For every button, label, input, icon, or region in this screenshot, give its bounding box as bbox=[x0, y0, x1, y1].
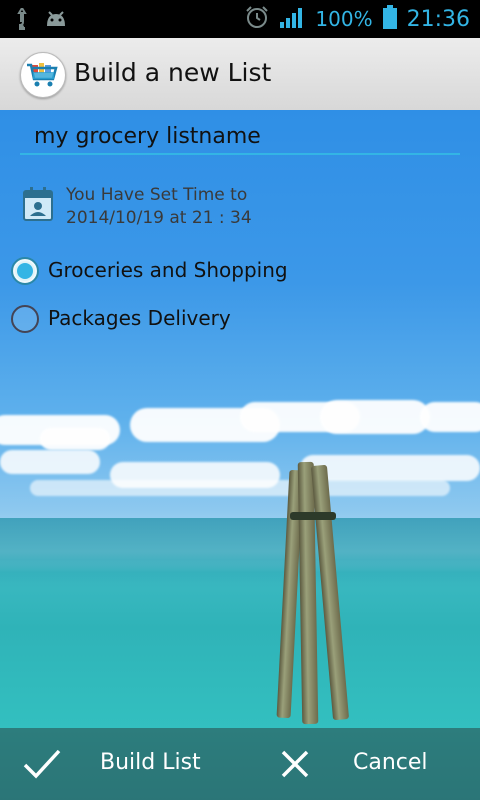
android-icon bbox=[44, 10, 68, 32]
list-name-input[interactable]: my grocery listname bbox=[34, 124, 261, 149]
page-title: Build a new List bbox=[74, 58, 272, 87]
cloud bbox=[420, 402, 480, 432]
set-time-line1: You Have Set Time to bbox=[66, 185, 248, 205]
radio-groceries-label[interactable]: Groceries and Shopping bbox=[48, 258, 288, 282]
calendar-icon[interactable] bbox=[22, 186, 54, 222]
radio-groceries[interactable] bbox=[11, 257, 39, 285]
set-time-line2: 2014/10/19 at 21 : 34 bbox=[66, 208, 252, 228]
set-time-label[interactable]: You Have Set Time to 2014/10/19 at 21 : … bbox=[66, 184, 252, 230]
radio-packages[interactable] bbox=[11, 305, 39, 333]
cancel-label: Cancel bbox=[353, 750, 428, 775]
build-list-label: Build List bbox=[100, 750, 201, 775]
close-icon bbox=[280, 749, 310, 783]
alarm-icon bbox=[245, 5, 269, 33]
pole-band bbox=[290, 512, 336, 520]
shopping-cart-icon[interactable] bbox=[20, 52, 66, 98]
cloud bbox=[30, 480, 450, 496]
checkmark-icon bbox=[22, 748, 62, 784]
cloud bbox=[320, 400, 430, 434]
signal-icon bbox=[279, 5, 305, 33]
list-name-underline bbox=[20, 153, 460, 155]
cloud bbox=[0, 450, 100, 474]
radio-packages-label[interactable]: Packages Delivery bbox=[48, 306, 231, 330]
battery-icon bbox=[382, 5, 397, 33]
clock: 21:36 bbox=[406, 6, 470, 32]
status-bar: 100% 21:36 bbox=[0, 0, 480, 38]
cancel-button[interactable]: Cancel bbox=[240, 728, 480, 800]
battery-percent: 100% bbox=[315, 7, 373, 31]
cloud bbox=[40, 428, 110, 450]
usb-icon bbox=[14, 7, 30, 34]
action-bar: Build a new List bbox=[0, 38, 480, 112]
bottom-action-bar: Build List Cancel bbox=[0, 728, 480, 800]
build-list-button[interactable]: Build List bbox=[0, 728, 240, 800]
sea-horizon bbox=[0, 518, 480, 588]
